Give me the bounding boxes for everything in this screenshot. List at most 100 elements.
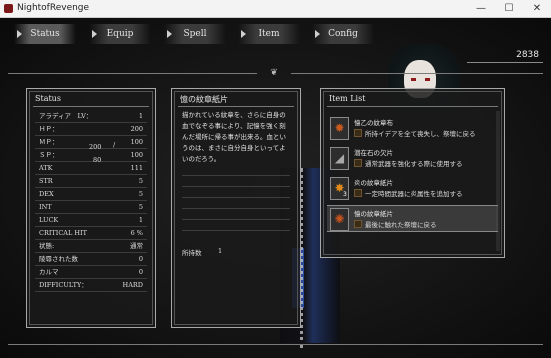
- stat-row-level: アラディア LV： 1: [35, 110, 147, 123]
- stat-value: 5: [138, 177, 143, 185]
- stat-label: ＳＰ：: [39, 151, 59, 159]
- divider-bottom: [8, 344, 543, 345]
- maximize-button[interactable]: ☐: [495, 0, 523, 18]
- tab-equip[interactable]: Equip: [89, 24, 151, 44]
- item-type-icon: [354, 220, 362, 228]
- item-list-item[interactable]: ✹ 憶乙の紋章布 所持イデアを全て喪失し、祭壇に戻る: [327, 115, 498, 142]
- item-list-item-selected[interactable]: ✺ 憶の紋章紙片 最後に触れた祭壇に戻る: [327, 205, 498, 232]
- stat-value: 1: [138, 112, 143, 120]
- close-button[interactable]: ✕: [523, 0, 551, 18]
- game-viewport: Status Equip Spell Item Config 2838 ❦ St…: [0, 18, 551, 358]
- tab-arrow-icon: [17, 30, 22, 38]
- held-count-label: 所持数: [182, 249, 202, 257]
- tab-label: Status: [30, 29, 60, 39]
- mp-slash: /: [113, 141, 116, 149]
- item-list-item[interactable]: ◢ 潜在石の欠片 通常武器を強化する際に使用する: [327, 145, 498, 172]
- detail-rule: [182, 230, 290, 231]
- character-frill: [300, 168, 318, 348]
- item-name: 憶の紋章紙片: [354, 210, 393, 218]
- item-detail-title: 憶の紋章紙片: [180, 95, 228, 104]
- tab-label: Equip: [106, 29, 134, 39]
- stat-value: 1: [138, 216, 143, 224]
- item-type-icon: [354, 189, 362, 197]
- stat-value: 通常: [130, 242, 143, 250]
- held-count-value: 1: [218, 247, 223, 255]
- stat-label: LUCK: [39, 216, 59, 224]
- item-thumbnail: ◢: [330, 147, 349, 170]
- stat-value: 5: [138, 203, 143, 211]
- status-panel: Status アラディア LV： 1 ＨＰ： 200 ＭＰ： 100 ＳＰ： 1…: [26, 88, 156, 328]
- stat-row-critical: CRITICAL HIT 6 %: [35, 227, 147, 240]
- item-name: 炎の紋章紙片: [354, 179, 393, 187]
- item-type-icon: [354, 129, 362, 137]
- window-titlebar: NightofRevenge — ☐ ✕: [0, 0, 551, 18]
- item-list-title: Item List: [329, 94, 366, 103]
- item-list-item[interactable]: ✸ 3 炎の紋章紙片 一定時間武器に炎属性を追加する: [327, 175, 498, 202]
- stat-label: アラディア LV：: [39, 112, 93, 120]
- stat-row-condition: 状態: 通常: [35, 240, 147, 253]
- item-thumbnail: ✺: [330, 208, 349, 231]
- stat-label: INT: [39, 203, 52, 211]
- scroll-icon: ✹: [334, 121, 345, 135]
- window-title: NightofRevenge: [17, 3, 90, 13]
- stat-label: CRITICAL HIT: [39, 229, 87, 237]
- app-icon: [4, 4, 13, 13]
- detail-rule: [182, 208, 290, 209]
- stat-value: 111: [130, 164, 143, 172]
- tab-status[interactable]: Status: [14, 24, 76, 44]
- stat-row-hp: ＨＰ： 200: [35, 123, 147, 136]
- tab-label: Config: [328, 29, 358, 39]
- tab-config[interactable]: Config: [312, 24, 374, 44]
- stat-row-dex: DEX 5: [35, 188, 147, 201]
- tab-item[interactable]: Item: [238, 24, 300, 44]
- item-effect: 所持イデアを全て喪失し、祭壇に戻る: [365, 130, 476, 138]
- stat-row-int: INT 5: [35, 201, 147, 214]
- tab-label: Item: [258, 29, 280, 39]
- stat-value: 100: [130, 138, 143, 146]
- detail-rule: [182, 186, 290, 187]
- divider-right: [291, 73, 543, 74]
- minimize-button[interactable]: —: [467, 0, 495, 18]
- gold-counter: 2838: [516, 50, 539, 60]
- item-quantity: 3: [343, 191, 347, 198]
- tab-spell[interactable]: Spell: [164, 24, 226, 44]
- stat-row-defeats: 陵辱された数 0: [35, 253, 147, 266]
- stat-row-atk: ATK 111: [35, 162, 147, 175]
- stat-label: ＨＰ：: [39, 125, 59, 133]
- item-description: 描かれている紋章を、さらに自身の血でなぞる事により、記憶を強く刻んだ場所に帰る事…: [182, 111, 286, 163]
- item-list-title-line: [327, 106, 498, 107]
- shard-icon: ◢: [334, 151, 345, 165]
- stat-label: 状態:: [39, 242, 55, 250]
- stat-value: HARD: [122, 281, 143, 289]
- stat-label: DIFFICULTY：: [39, 281, 88, 289]
- detail-rule: [182, 219, 290, 220]
- stat-value: 200: [130, 125, 143, 133]
- character-eye-left: [411, 78, 416, 81]
- tab-arrow-icon: [167, 30, 172, 38]
- stat-row-str: STR 5: [35, 175, 147, 188]
- stat-value: 6 %: [130, 229, 143, 237]
- stat-value: 0: [138, 268, 143, 276]
- stat-row-difficulty: DIFFICULTY： HARD: [35, 279, 147, 292]
- status-title-line: [33, 106, 149, 107]
- item-thumbnail: ✹: [330, 117, 349, 140]
- gold-underline: [467, 62, 543, 63]
- item-name: 憶乙の紋章布: [354, 119, 393, 127]
- stat-label: DEX: [39, 190, 54, 198]
- stat-row-luck: LUCK 1: [35, 214, 147, 227]
- tab-label: Spell: [183, 29, 207, 39]
- stat-label: 陵辱された数: [39, 255, 78, 263]
- item-effect: 通常武器を強化する際に使用する: [365, 160, 463, 168]
- detail-rule: [182, 197, 290, 198]
- memory-scroll-icon: ✺: [334, 212, 345, 226]
- mp-current-value: 200: [89, 143, 102, 151]
- stat-value: 5: [138, 190, 143, 198]
- stat-label: STR: [39, 177, 53, 185]
- tab-arrow-icon: [92, 30, 97, 38]
- stat-label: カルマ: [39, 268, 59, 276]
- item-name: 潜在石の欠片: [354, 149, 393, 157]
- stat-label: ＭＰ：: [39, 138, 59, 146]
- item-type-icon: [354, 159, 362, 167]
- tab-arrow-icon: [315, 30, 320, 38]
- item-effect: 最後に触れた祭壇に戻る: [365, 221, 437, 229]
